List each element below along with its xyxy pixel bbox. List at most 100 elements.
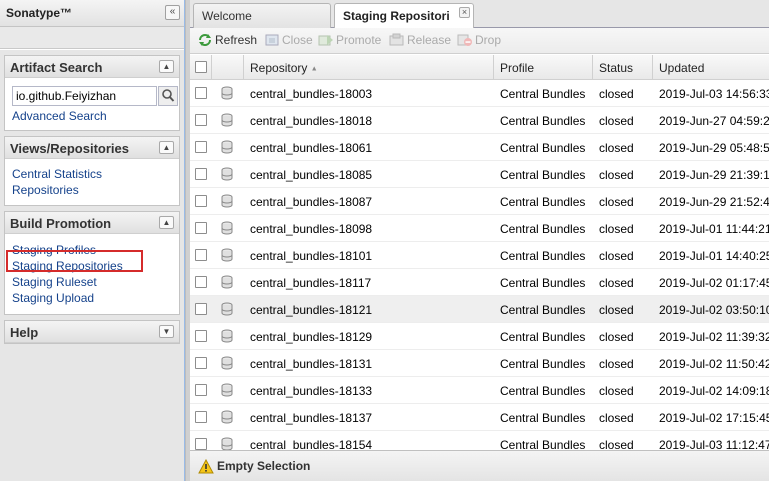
table-row[interactable]: central_bundles-18061 Central Bundles clos… [190,134,769,161]
row-checkbox-cell[interactable] [190,296,212,323]
staging-repositories-link[interactable]: Staging Repositories [12,258,172,274]
row-checkbox[interactable] [195,249,207,261]
table-row[interactable]: central_bundles-18154 Central Bundles clos… [190,431,769,450]
drop-button[interactable]: Drop [457,33,501,47]
row-checkbox-cell[interactable] [190,431,212,450]
status-cell: closed [599,357,634,371]
staging-profiles-link[interactable]: Staging Profiles [12,242,172,258]
close-label: Close [282,33,313,47]
release-button[interactable]: Release [389,33,451,47]
tab-welcome[interactable]: Welcome [193,3,331,28]
status-column-header[interactable]: Status [593,55,653,80]
profile-cell: Central Bundles [500,357,586,371]
select-all-checkbox[interactable] [195,61,207,73]
table-row[interactable]: central_bundles-18117 Central Bundles clos… [190,269,769,296]
row-checkbox-cell[interactable] [190,269,212,296]
row-checkbox[interactable] [195,438,207,450]
row-checkbox-cell[interactable] [190,80,212,107]
profile-cell: Central Bundles [500,249,586,263]
repository-icon [219,188,241,215]
row-checkbox[interactable] [195,195,207,207]
collapse-sidebar-button[interactable]: « [165,5,180,20]
row-checkbox-cell[interactable] [190,350,212,377]
repositories-link[interactable]: Repositories [12,182,172,198]
repository-cell: central_bundles-18137 [250,411,373,425]
row-checkbox-cell[interactable] [190,188,212,215]
table-row[interactable]: central_bundles-18003 Central Bundles clos… [190,80,769,107]
expand-down-icon[interactable]: ▼ [159,325,174,338]
table-row[interactable]: central_bundles-18133 Central Bundles clos… [190,377,769,404]
staging-ruleset-link[interactable]: Staging Ruleset [12,274,172,290]
close-button[interactable]: Close [264,33,313,47]
row-checkbox[interactable] [195,303,207,315]
sidebar-toolbar [0,27,184,49]
row-checkbox[interactable] [195,357,207,369]
table-row[interactable]: central_bundles-18121 Central Bundles clos… [190,296,769,323]
row-checkbox-cell[interactable] [190,323,212,350]
table-row[interactable]: central_bundles-18131 Central Bundles clos… [190,350,769,377]
row-checkbox-cell[interactable] [190,377,212,404]
table-row[interactable]: central_bundles-18098 Central Bundles clos… [190,215,769,242]
profile-cell: Central Bundles [500,114,586,128]
collapse-up-icon[interactable]: ▲ [159,216,174,229]
repository-cell: central_bundles-18087 [250,195,373,209]
advanced-search-link[interactable]: Advanced Search [12,108,172,124]
row-checkbox[interactable] [195,411,207,423]
repository-cell: central_bundles-18061 [250,141,373,155]
refresh-button[interactable]: Refresh [197,33,257,47]
row-checkbox[interactable] [195,168,207,180]
profile-cell: Central Bundles [500,303,586,317]
row-checkbox[interactable] [195,276,207,288]
table-row[interactable]: central_bundles-18129 Central Bundles clos… [190,323,769,350]
row-checkbox[interactable] [195,141,207,153]
row-checkbox[interactable] [195,384,207,396]
table-row[interactable]: central_bundles-18087 Central Bundles clos… [190,188,769,215]
warning-icon [198,459,214,474]
repository-icon [219,404,241,431]
refresh-icon [199,34,211,46]
row-checkbox-cell[interactable] [190,134,212,161]
build-promotion-header[interactable]: Build Promotion ▲ [5,212,179,234]
tab-staging-repositories[interactable]: Staging Repositori × [334,3,474,29]
repository-cell: central_bundles-18085 [250,168,373,182]
status-cell: closed [599,411,634,425]
staging-upload-link[interactable]: Staging Upload [12,290,172,306]
central-statistics-link[interactable]: Central Statistics [12,166,172,182]
table-row[interactable]: central_bundles-18137 Central Bundles clos… [190,404,769,431]
profile-cell: Central Bundles [500,384,586,398]
repository-cell: central_bundles-18003 [250,87,373,101]
profile-cell: Central Bundles [500,276,586,290]
row-checkbox[interactable] [195,87,207,99]
collapse-up-icon[interactable]: ▲ [159,141,174,154]
row-checkbox-cell[interactable] [190,242,212,269]
repository-cell: central_bundles-18101 [250,249,373,263]
profile-column-header[interactable]: Profile [494,55,593,80]
help-header[interactable]: Help ▼ [5,321,179,343]
row-checkbox-cell[interactable] [190,215,212,242]
release-icon [389,33,404,46]
collapse-up-icon[interactable]: ▲ [159,60,174,73]
promote-icon [318,35,333,46]
row-checkbox[interactable] [195,114,207,126]
artifact-search-header[interactable]: Artifact Search ▲ [5,56,179,78]
repository-column-header[interactable]: Repository ▲ [244,55,494,80]
row-checkbox-cell[interactable] [190,161,212,188]
tab-strip: Welcome Staging Repositori × [190,0,769,29]
row-checkbox[interactable] [195,330,207,342]
table-row[interactable]: central_bundles-18085 Central Bundles clos… [190,161,769,188]
row-checkbox-cell[interactable] [190,404,212,431]
tab-staging-label: Staging Repositori [343,9,450,23]
search-row [12,86,178,108]
updated-column-header[interactable]: Updated [653,55,769,80]
table-row[interactable]: central_bundles-18018 Central Bundles clos… [190,107,769,134]
promote-button[interactable]: Promote [318,33,381,47]
row-checkbox[interactable] [195,222,207,234]
views-repositories-header[interactable]: Views/Repositories ▲ [5,137,179,159]
table-row[interactable]: central_bundles-18101 Central Bundles clos… [190,242,769,269]
artifact-search-input[interactable] [12,86,157,106]
build-promotion-title: Build Promotion [10,216,112,231]
row-checkbox-cell[interactable] [190,107,212,134]
select-all-checkbox-cell[interactable] [190,55,212,80]
close-tab-icon[interactable]: × [459,7,470,18]
search-icon[interactable] [158,86,178,106]
